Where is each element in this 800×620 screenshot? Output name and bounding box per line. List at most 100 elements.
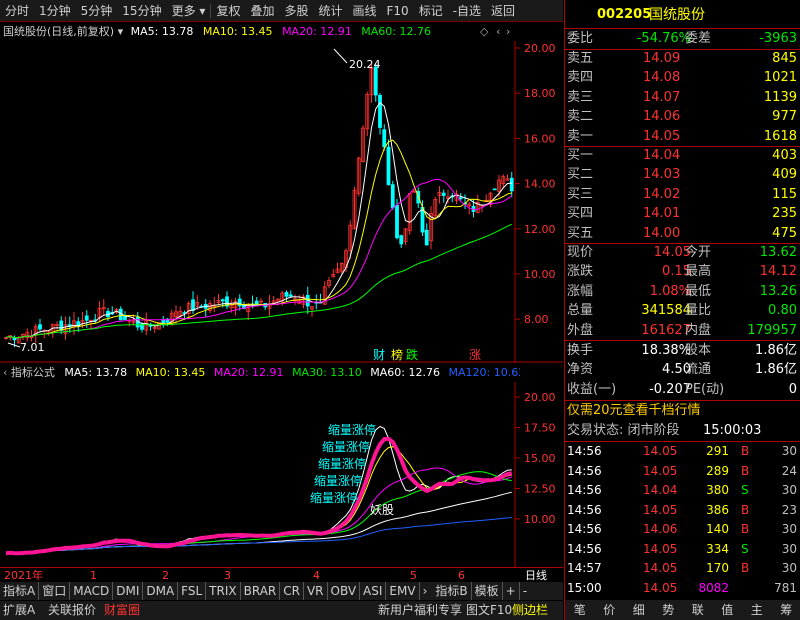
stat-label: 外盘 bbox=[567, 322, 594, 338]
tick-count: 23 bbox=[781, 502, 797, 517]
stat-row: 净资 4.50 流通 1.86亿 bbox=[565, 360, 800, 380]
promo-text[interactable]: 仅需20元查看千档行情 bbox=[567, 401, 701, 421]
tab-asi[interactable]: ASI bbox=[360, 582, 387, 600]
toolbar-item-duogu[interactable]: 多股 bbox=[279, 0, 313, 22]
tab-indicator-b[interactable]: 指标B bbox=[432, 582, 472, 600]
toolbar-item-fuquan[interactable]: 复权 bbox=[211, 0, 245, 22]
quote-header: 002205 国统股份 bbox=[565, 4, 800, 26]
toolbar-item-fenshi[interactable]: 分时 bbox=[0, 0, 34, 22]
right-tab[interactable]: 细 bbox=[633, 600, 645, 620]
status-news[interactable]: 新用户福利专享 bbox=[378, 601, 462, 620]
chevron-left-icon[interactable]: ‹ bbox=[0, 366, 7, 379]
tick-row: 14:56 14.05 291 B 30 bbox=[565, 442, 800, 460]
order-book-row[interactable]: 买四 14.01 235 bbox=[565, 204, 800, 224]
x-axis: 2021年 1 2 3 4 5 6 日线 bbox=[0, 567, 563, 582]
order-book-row[interactable]: 买二 14.03 409 bbox=[565, 165, 800, 185]
right-tab[interactable]: 价 bbox=[603, 600, 615, 620]
diamond-icon[interactable]: ◇ bbox=[480, 23, 488, 41]
right-tab[interactable]: 笔 bbox=[574, 600, 586, 620]
ind-ma60-line bbox=[5, 491, 512, 554]
ind-ma60-value: MA60: 12.76 bbox=[370, 366, 440, 379]
ma5-line bbox=[5, 101, 512, 339]
status-ext-a[interactable]: 扩展A bbox=[3, 601, 35, 620]
toolbar-item-15min[interactable]: 15分钟 bbox=[117, 0, 166, 22]
tab-dma[interactable]: DMA bbox=[143, 582, 179, 600]
toolbar-item-diejia[interactable]: 叠加 bbox=[245, 0, 279, 22]
promo-row[interactable]: 仅需20元查看千档行情 bbox=[565, 401, 800, 421]
x-label-4: 4 bbox=[313, 569, 320, 582]
candle-body bbox=[424, 229, 429, 246]
dropdown-icon[interactable]: ▾ bbox=[118, 25, 124, 38]
candle-body bbox=[395, 204, 399, 239]
toolbar-item-biaoji[interactable]: 标记 bbox=[414, 0, 448, 22]
toolbar-item-huaxian[interactable]: 画线 bbox=[348, 0, 382, 22]
x-label-3: 3 bbox=[224, 569, 231, 582]
order-book-row[interactable]: 卖二 14.06 977 bbox=[565, 107, 800, 127]
toolbar-item-f10[interactable]: F10 bbox=[382, 0, 414, 22]
tab-window[interactable]: 窗口 bbox=[39, 582, 71, 600]
tab-trix[interactable]: TRIX bbox=[206, 582, 241, 600]
tick-price: 14.05 bbox=[643, 463, 678, 478]
stat-label: 涨跌 bbox=[567, 264, 594, 280]
book-price: 14.09 bbox=[643, 51, 681, 66]
status-guanlian-baojia[interactable]: 关联报价 bbox=[48, 601, 96, 620]
toolbar-item-more[interactable]: 更多 ▾ bbox=[167, 0, 211, 22]
status-caifuquan[interactable]: 财富圈 bbox=[104, 601, 140, 620]
tab-template[interactable]: 模板 bbox=[472, 582, 503, 600]
order-book-row[interactable]: 买三 14.02 115 bbox=[565, 185, 800, 205]
add-icon[interactable]: + bbox=[503, 582, 520, 600]
toolbar-item-back[interactable]: 返回 bbox=[486, 0, 520, 22]
high-price-label: 20.24 bbox=[349, 58, 381, 71]
candle-body bbox=[458, 197, 463, 200]
stat-value-2: 13.26 bbox=[759, 283, 797, 299]
right-tab[interactable]: 值 bbox=[721, 600, 733, 620]
x-label-2: 2 bbox=[162, 569, 169, 582]
stat-value-2: 14.12 bbox=[759, 264, 797, 280]
book-level-label: 卖四 bbox=[567, 70, 594, 86]
toolbar-item-tongji[interactable]: 统计 bbox=[313, 0, 347, 22]
tab-fsl[interactable]: FSL bbox=[178, 582, 207, 600]
chevron-left-icon[interactable]: ‹ bbox=[496, 23, 500, 41]
tick-volume: 380 bbox=[706, 483, 729, 497]
order-book-row[interactable]: 卖五 14.09 845 bbox=[565, 49, 800, 69]
main-candle-chart[interactable]: 20.00 18.00 16.00 14.00 12.00 10.00 8.00 20.24… bbox=[0, 41, 563, 363]
stat-label-2: 内盘 bbox=[685, 322, 712, 338]
candle-body bbox=[390, 184, 395, 209]
tab-brar[interactable]: BRAR bbox=[241, 582, 281, 600]
tab-emv[interactable]: EMV bbox=[386, 582, 420, 600]
toolbar-item-1min[interactable]: 1分钟 bbox=[34, 0, 76, 22]
stat-row: 现价 14.05 今开 13.62 bbox=[565, 243, 800, 263]
toolbar-item-zixuan[interactable]: -自选 bbox=[448, 0, 486, 22]
order-book-row[interactable]: 卖三 14.07 1139 bbox=[565, 88, 800, 108]
tick-price: 14.05 bbox=[643, 444, 678, 458]
book-volume: 115 bbox=[772, 186, 797, 202]
tab-scroll-right-icon[interactable]: › bbox=[420, 582, 431, 600]
tick-direction: B bbox=[741, 561, 750, 575]
tab-indicator-a[interactable]: 指标A bbox=[0, 582, 40, 600]
status-f10[interactable]: 图文F10 bbox=[466, 601, 512, 620]
status-sidebar[interactable]: 侧边栏 bbox=[512, 601, 548, 620]
right-tab[interactable]: 主 bbox=[751, 600, 763, 620]
period-label[interactable]: 日线 bbox=[525, 568, 547, 583]
indicator-chart[interactable]: 20.00 17.50 15.00 12.50 10.00 缩量涨停 缩量涨停 缩量涨停… bbox=[0, 382, 563, 567]
tab-dmi[interactable]: DMI bbox=[113, 582, 144, 600]
order-book-row[interactable]: 卖一 14.05 1618 bbox=[565, 127, 800, 147]
toolbar-item-5min[interactable]: 5分钟 bbox=[76, 0, 118, 22]
ma20-value: MA20: 12.91 bbox=[282, 25, 352, 38]
tab-vr[interactable]: VR bbox=[304, 582, 328, 600]
tab-obv[interactable]: OBV bbox=[328, 582, 361, 600]
candle-body bbox=[84, 315, 89, 321]
right-tab[interactable]: 势 bbox=[662, 600, 674, 620]
right-tab[interactable]: 筹 bbox=[780, 600, 792, 620]
order-book-row[interactable]: 买五 14.00 475 bbox=[565, 224, 800, 244]
minus-icon[interactable]: - bbox=[520, 582, 530, 600]
right-tab[interactable]: 联 bbox=[692, 600, 704, 620]
tab-macd[interactable]: MACD bbox=[70, 582, 114, 600]
indicator-title[interactable]: 指标公式 bbox=[11, 366, 55, 379]
order-book-row[interactable]: 卖四 14.08 1021 bbox=[565, 68, 800, 88]
tab-cr[interactable]: CR bbox=[280, 582, 304, 600]
y-tick-label: 8.00 bbox=[524, 313, 549, 326]
chevron-right-icon[interactable]: › bbox=[506, 23, 510, 41]
order-book-row[interactable]: 买一 14.04 403 bbox=[565, 146, 800, 166]
tick-price: 14.05 bbox=[643, 502, 678, 517]
